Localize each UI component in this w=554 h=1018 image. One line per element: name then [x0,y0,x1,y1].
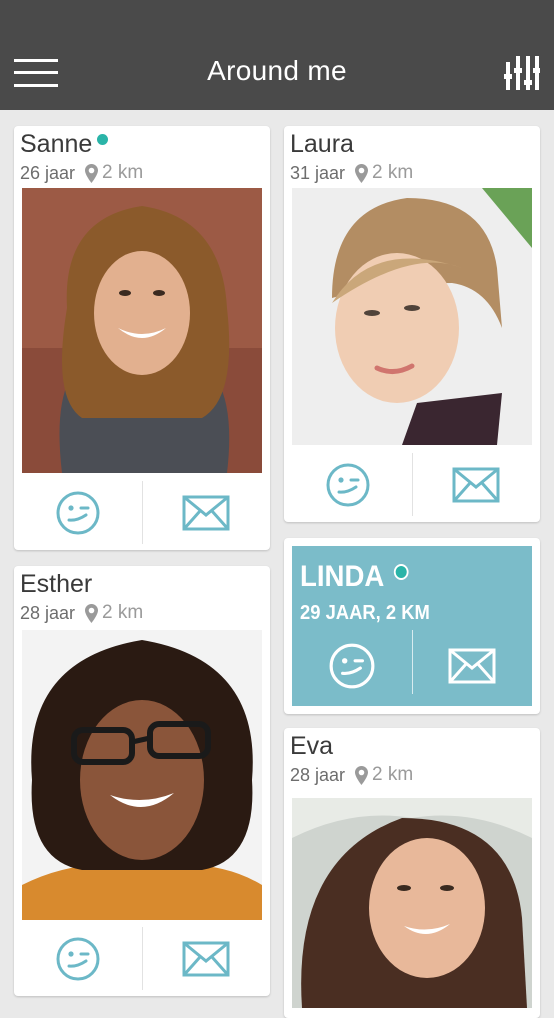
page-title: Around me [207,55,347,86]
profile-name: Esther [20,570,92,599]
profile-card-eva[interactable]: Eva 28 jaar 2 km [284,728,540,1018]
envelope-icon [452,467,500,502]
profile-age: 28 jaar [20,602,76,623]
profile-photo-image [22,188,262,473]
envelope-icon [182,941,230,976]
online-status-dot [393,564,409,580]
envelope-icon [182,495,230,530]
card-actions [284,447,540,522]
location-pin-icon [85,603,99,623]
wink-face-icon [326,463,370,506]
profile-age: 28 jaar [290,764,346,785]
location-pin-icon [355,163,369,183]
profile-name: Sanne [20,130,109,159]
wink-button[interactable] [284,447,412,522]
profile-card-laura[interactable]: Laura 31 jaar 2 km [284,126,540,522]
profile-name-text: Eva [290,732,334,760]
profile-meta: 26 jaar 2 km [20,162,143,184]
profile-meta: 28 jaar 2 km [290,764,413,786]
profile-name: Eva [290,732,333,761]
profile-name-text: Laura [290,130,354,158]
profile-distance: 2 km [102,602,144,623]
wink-button[interactable] [292,626,412,706]
wink-face-icon [329,643,375,689]
profile-photo[interactable] [22,188,262,473]
profile-name: Laura [290,130,354,159]
profile-name-text: Esther [20,570,93,598]
profile-name: LINDA [300,560,409,594]
location-pin-icon [85,163,99,183]
profile-card-sanne[interactable]: Sanne 26 jaar 2 km [14,126,270,550]
profile-distance: 2 km [102,162,144,183]
wink-button[interactable] [14,475,142,550]
profile-photo[interactable] [22,630,262,920]
profile-name-text: Sanne [20,130,93,158]
envelope-icon [448,648,496,684]
profile-photo[interactable] [292,188,532,445]
wink-face-icon [56,937,100,980]
profile-photo-image [292,798,532,1008]
card-actions [14,475,270,550]
profile-distance: 2 km [372,162,414,183]
profile-card-esther[interactable]: Esther 28 jaar 2 km [14,566,270,996]
sliders-icon [504,56,541,90]
message-button[interactable] [413,626,533,706]
message-button[interactable] [143,475,271,550]
online-status-dot [97,134,109,145]
profile-meta: 31 jaar 2 km [290,162,413,184]
message-button[interactable] [143,921,271,996]
profile-photo-image [292,188,532,445]
card-actions [14,921,270,996]
profile-age: 31 jaar [290,162,346,183]
profile-photo-image [22,630,262,920]
wink-button[interactable] [14,921,142,996]
highlight-panel: LINDA 29 JAAR, 2 KM [292,546,532,706]
wink-face-icon [56,491,100,534]
profile-name-text: LINDA [300,560,385,593]
profile-card-linda-highlight[interactable]: LINDA 29 JAAR, 2 KM [284,538,540,714]
profile-distance: 2 km [372,764,414,785]
location-pin-icon [355,765,369,785]
profile-meta: 28 jaar 2 km [20,602,143,624]
card-actions [292,626,532,706]
profile-age: 26 jaar [20,162,76,183]
filter-button[interactable] [504,54,541,92]
profile-meta: 29 JAAR, 2 KM [300,602,430,624]
profile-photo[interactable] [292,798,532,1008]
message-button[interactable] [413,447,541,522]
top-app-bar: Around me [0,0,554,110]
